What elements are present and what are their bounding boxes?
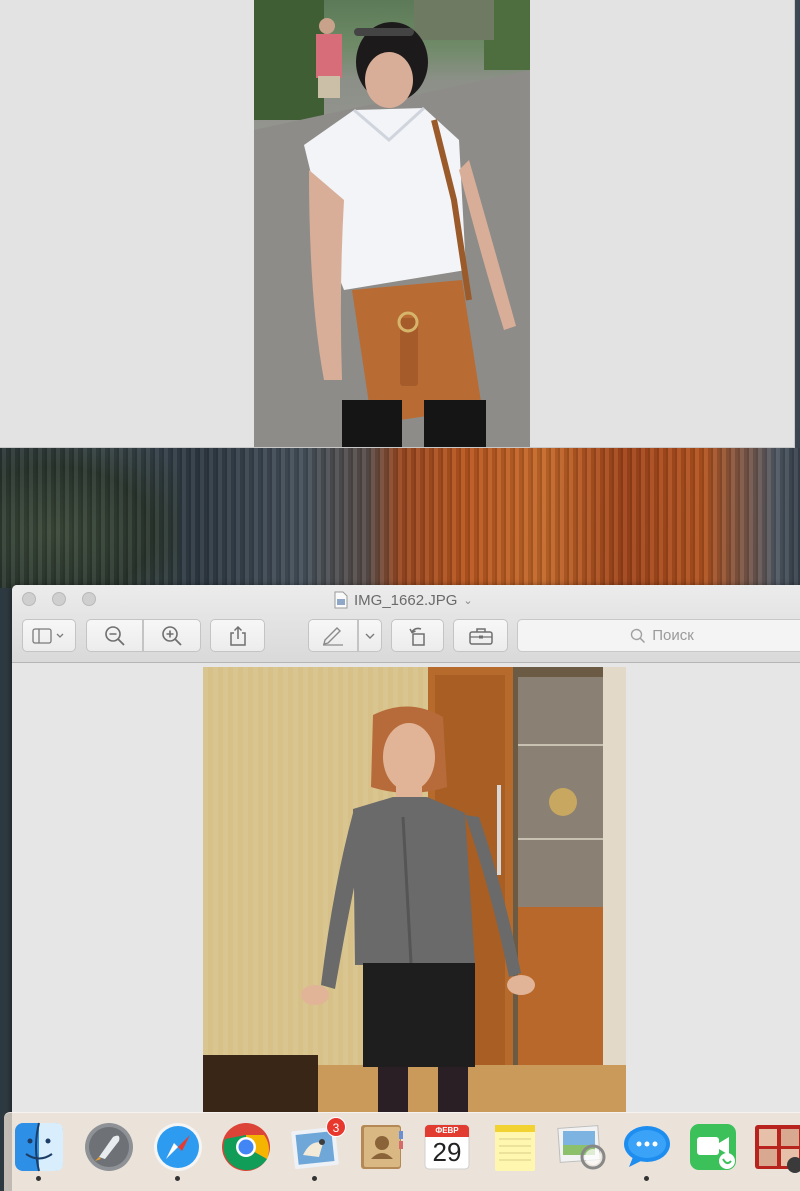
running-indicator xyxy=(312,1176,317,1181)
messages-icon xyxy=(624,1126,670,1167)
launchpad-icon xyxy=(85,1123,133,1171)
search-icon xyxy=(631,628,646,643)
window-title[interactable]: IMG_1662.JPG ⌄ xyxy=(334,590,473,610)
rotate-icon xyxy=(408,627,425,646)
dock-item-chrome[interactable] xyxy=(217,1119,275,1181)
search-field[interactable]: Поиск xyxy=(517,619,800,652)
dock-item-contacts[interactable] xyxy=(352,1119,410,1181)
window-title-text: IMG_1662.JPG xyxy=(354,591,458,609)
dock-item-facetime[interactable] xyxy=(684,1119,742,1181)
search-placeholder: Поиск xyxy=(652,627,694,644)
indoor-photo-scene xyxy=(203,667,626,1112)
dock-item-finder[interactable] xyxy=(10,1119,68,1181)
calendar-month: ФЕВР xyxy=(435,1126,459,1135)
notes-icon xyxy=(495,1125,535,1171)
window-titlebar[interactable]: IMG_1662.JPG ⌄ Поиск xyxy=(12,585,800,663)
markup-pen-icon xyxy=(323,626,343,646)
running-indicator xyxy=(644,1176,649,1181)
safari-icon xyxy=(154,1123,202,1171)
finder-icon xyxy=(15,1122,63,1172)
close-window-button[interactable] xyxy=(22,592,36,606)
dock: 3 ФЕВР 29 xyxy=(4,1112,800,1191)
calendar-day: 29 xyxy=(432,1137,462,1167)
dock-item-preview[interactable] xyxy=(552,1119,610,1181)
preview-icon xyxy=(557,1125,606,1170)
wallpaper-rock-texture xyxy=(0,448,800,588)
zoom-window-button[interactable] xyxy=(82,592,96,606)
toolbox-button[interactable] xyxy=(453,619,508,652)
facetime-icon xyxy=(690,1124,736,1170)
toolbox-icon xyxy=(468,627,493,645)
chevron-down-icon xyxy=(365,633,375,639)
document-icon xyxy=(334,591,348,609)
dock-item-safari[interactable] xyxy=(149,1119,207,1181)
share-button[interactable] xyxy=(210,619,265,652)
dock-item-launchpad[interactable] xyxy=(80,1119,138,1181)
background-preview-window[interactable] xyxy=(0,0,795,448)
dock-item-photo-booth[interactable] xyxy=(750,1119,800,1181)
running-indicator xyxy=(175,1176,180,1181)
indoor-portrait-photo xyxy=(203,667,626,1112)
photo-booth-icon xyxy=(755,1125,800,1173)
contacts-icon xyxy=(361,1125,403,1169)
share-icon xyxy=(229,625,246,646)
dock-item-messages[interactable] xyxy=(618,1119,676,1181)
notification-badge: 3 xyxy=(326,1117,346,1137)
markup-menu-button[interactable] xyxy=(358,619,382,652)
zoom-out-icon xyxy=(104,625,125,646)
zoom-in-icon xyxy=(162,625,182,646)
outdoor-portrait-photo xyxy=(254,0,530,447)
zoom-in-button[interactable] xyxy=(143,619,201,652)
rotate-button[interactable] xyxy=(391,619,444,652)
outdoor-photo-scene xyxy=(254,0,530,447)
chrome-icon xyxy=(222,1123,270,1171)
sidebar-toggle-icon xyxy=(32,627,64,644)
running-indicator xyxy=(36,1176,41,1181)
zoom-out-button[interactable] xyxy=(86,619,143,652)
dock-item-mail[interactable]: 3 xyxy=(286,1117,346,1181)
chevron-down-icon[interactable]: ⌄ xyxy=(463,594,472,607)
sidebar-toggle-button[interactable] xyxy=(22,619,76,652)
dock-item-calendar[interactable]: ФЕВР 29 xyxy=(418,1119,476,1181)
markup-button[interactable] xyxy=(308,619,358,652)
preview-window[interactable]: IMG_1662.JPG ⌄ Поиск xyxy=(12,585,800,1191)
dock-item-notes[interactable] xyxy=(486,1119,544,1181)
minimize-window-button[interactable] xyxy=(52,592,66,606)
